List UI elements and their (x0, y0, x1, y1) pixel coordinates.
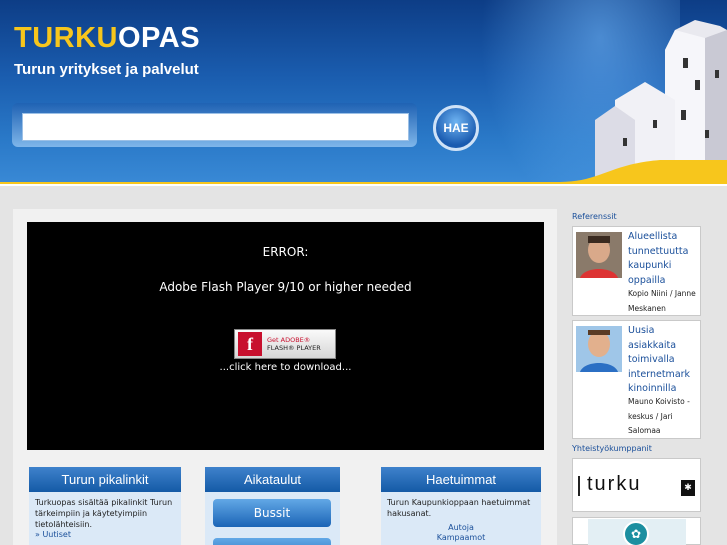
reference-name: Mauno Koivisto -keskus / Jari Salomaa (628, 397, 690, 435)
aikataulut-box: Aikataulut Bussit (205, 467, 340, 545)
get-flash-player-button[interactable]: f Get ADOBE® FLASH® PLAYER (234, 329, 336, 359)
partner-logo-turku[interactable]: turku ✱ (572, 458, 701, 512)
pikalinkit-title: Turun pikalinkit (29, 467, 181, 492)
search-button[interactable]: HAE (433, 105, 479, 151)
bussit-button[interactable]: Bussit (213, 499, 331, 527)
haetuimmat-box: Haetuimmat Turun Kaupunkioppaan haetuimm… (381, 467, 541, 545)
partner-emblem-icon: ✿ (623, 521, 649, 545)
haetuimmat-item[interactable]: Autoja (381, 523, 541, 533)
search-bar (12, 103, 417, 147)
reference-card[interactable]: Uusia asiakkaita toimivalla internetmark… (572, 320, 701, 439)
aikataulut-title: Aikataulut (205, 467, 340, 492)
flash-download-link[interactable]: ...click here to download... (27, 362, 544, 373)
adobe-flash-icon: f (238, 332, 262, 356)
partners-heading: Yhteistyökumppanit (572, 444, 652, 453)
referenssit-heading: Referenssit (572, 212, 617, 221)
haetuimmat-item[interactable]: Kampaamot (381, 533, 541, 543)
pikalinkit-text: Turkuopas sisältää pikalinkit Turun tärk… (35, 498, 173, 529)
turku-logo-text: turku (587, 473, 642, 495)
aikataulut-second-button[interactable] (213, 538, 331, 545)
person-photo-icon (576, 232, 622, 278)
reference-title[interactable]: Alueellista tunnettuutta kaupunki oppail… (628, 230, 698, 288)
pikalinkit-link-uutiset[interactable]: » Uutiset (29, 530, 181, 539)
flash-badge-line1: Get ADOBE® (267, 336, 311, 344)
haetuimmat-text: Turun Kaupunkioppaan haetuimmat hakusana… (387, 498, 531, 518)
reference-name: Kopio Niini / Janne Meskanen (628, 289, 696, 313)
reference-card[interactable]: Alueellista tunnettuutta kaupunki oppail… (572, 226, 701, 316)
site-logo[interactable]: TURKUOPAS (14, 22, 200, 55)
partner-logo-2[interactable]: ✿ (572, 517, 701, 545)
flash-error-title: ERROR: (262, 245, 309, 259)
pikalinkit-box: Turun pikalinkit Turkuopas sisältää pika… (29, 467, 181, 545)
flash-badge-line2: FLASH® PLAYER (267, 344, 321, 352)
flash-placeholder: ERROR: Adobe Flash Player 9/10 or higher… (27, 222, 544, 450)
reference-title[interactable]: Uusia asiakkaita toimivalla internetmark… (628, 324, 698, 397)
search-button-label: HAE (443, 121, 469, 135)
haetuimmat-title: Haetuimmat (381, 467, 541, 492)
turku-crest-icon: ✱ (681, 480, 695, 496)
logo-text-opas: OPAS (118, 22, 201, 54)
header-wave (0, 160, 727, 186)
site-tagline: Turun yritykset ja palvelut (14, 61, 199, 78)
person-photo-icon (576, 326, 622, 372)
flash-error-message: Adobe Flash Player 9/10 or higher needed (159, 280, 412, 294)
logo-text-turku: TURKU (14, 22, 118, 54)
site-header: TURKUOPAS Turun yritykset ja palvelut HA… (0, 0, 727, 186)
search-input[interactable] (22, 113, 409, 141)
